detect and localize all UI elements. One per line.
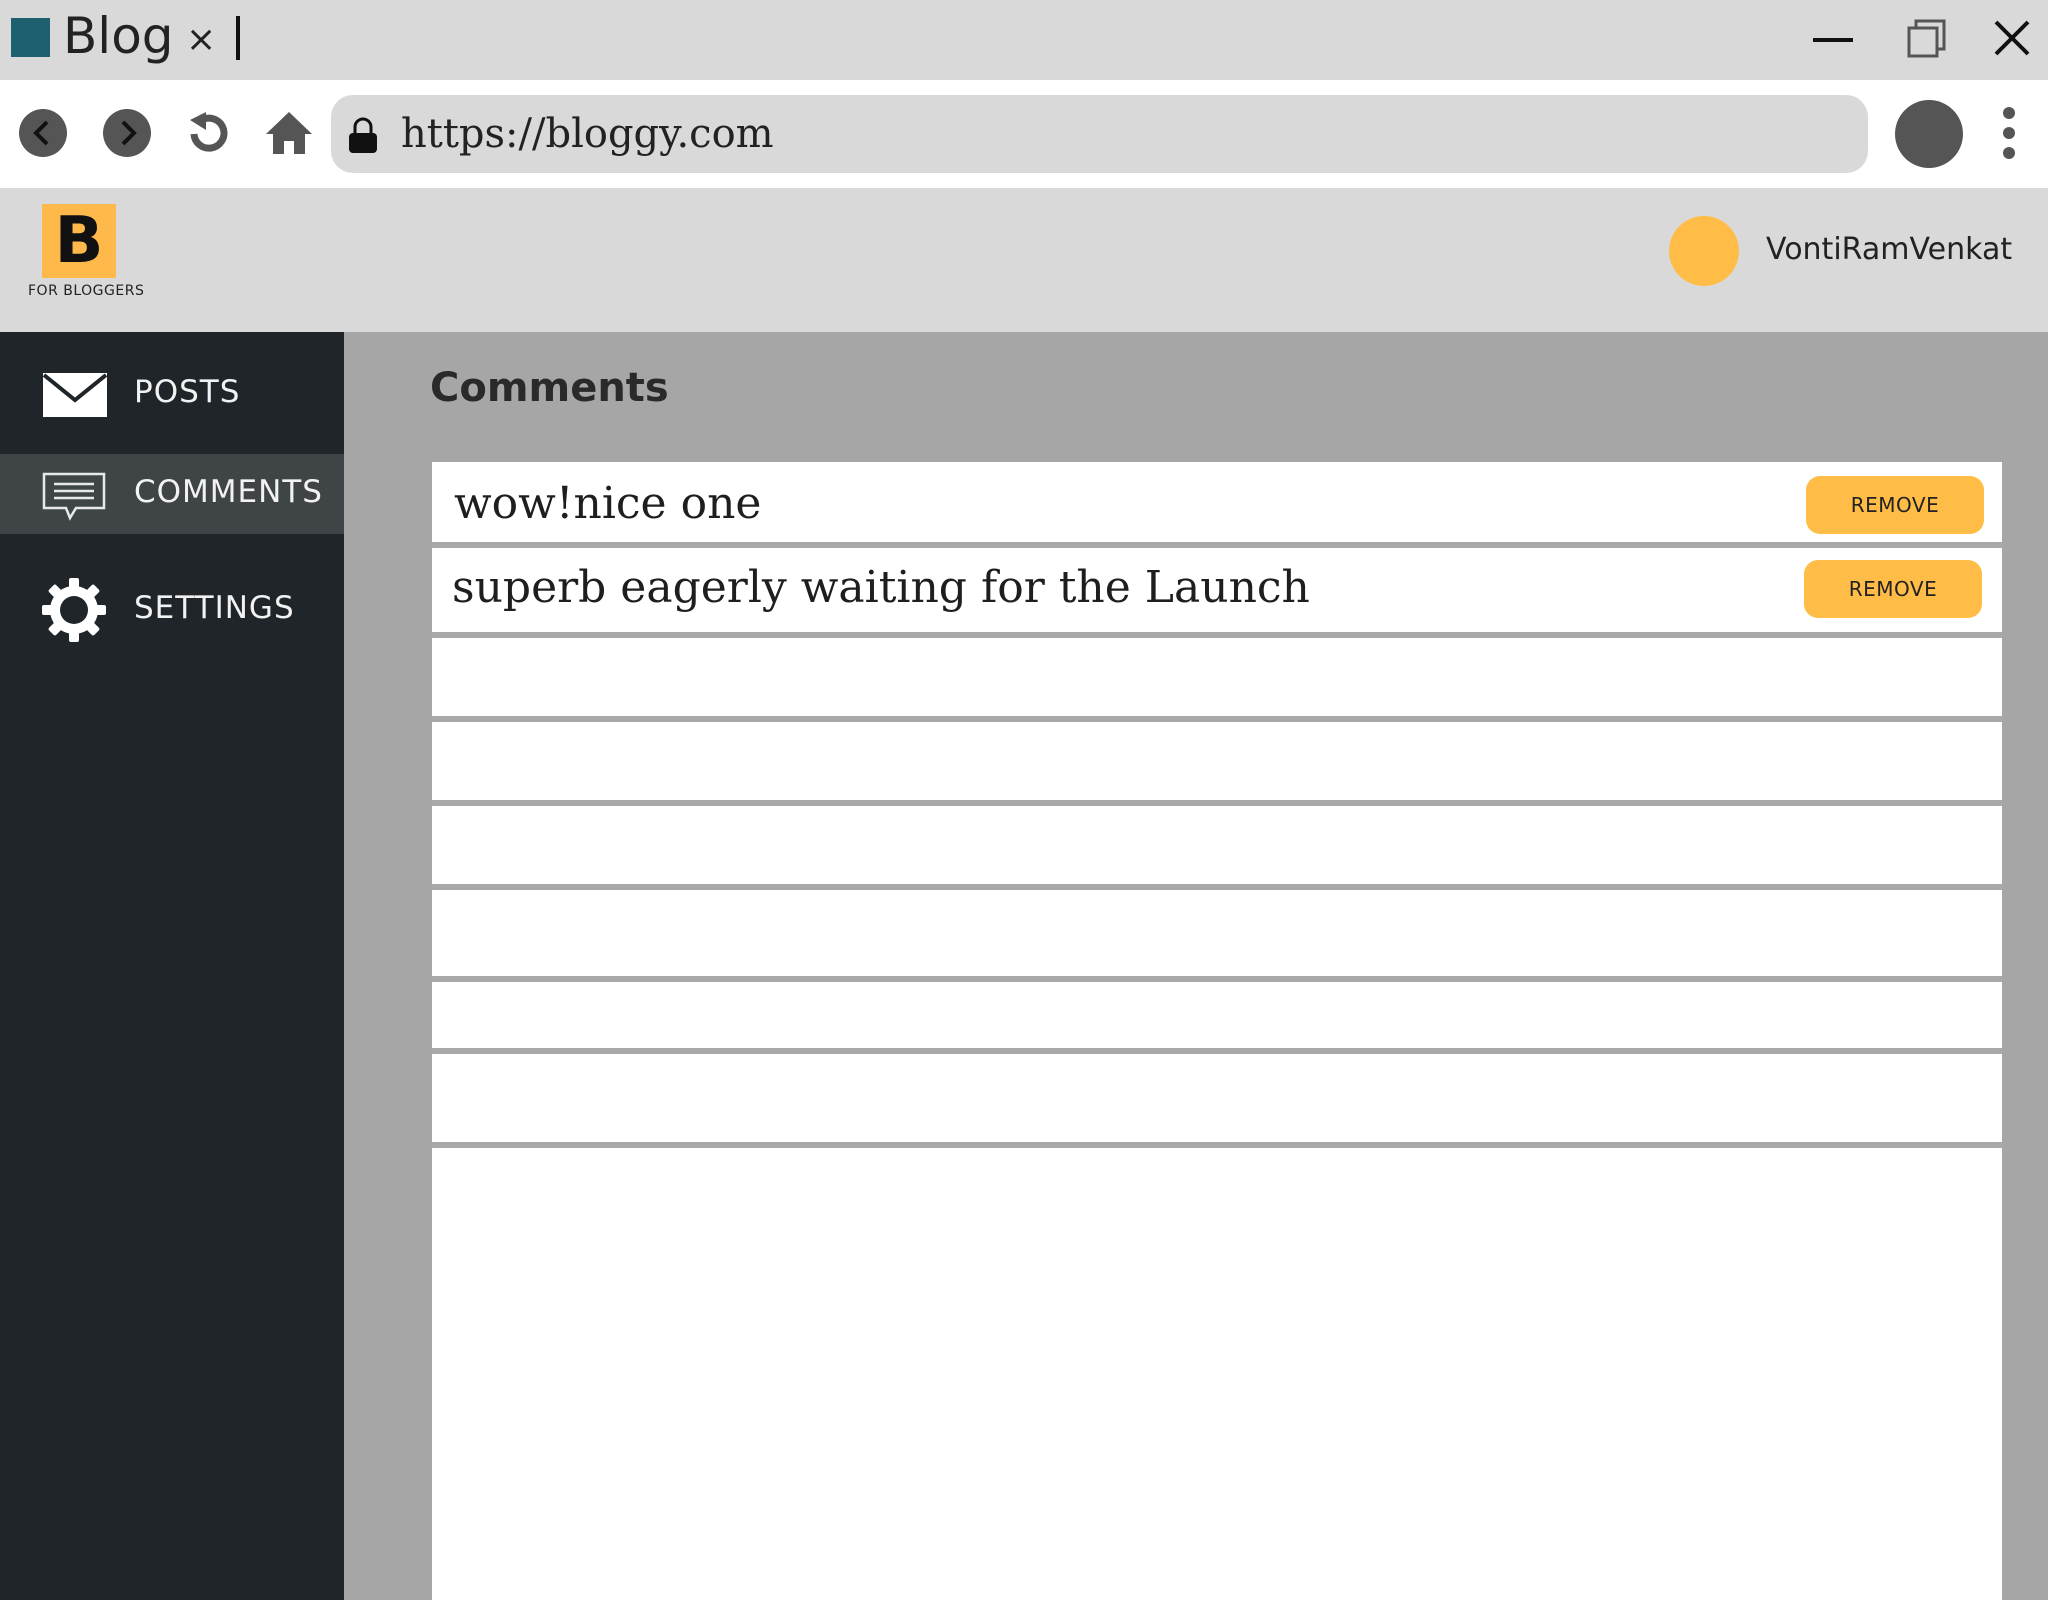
lock-icon: [349, 117, 377, 153]
window-restore-button[interactable]: [1906, 18, 1948, 60]
empty-row: [432, 982, 2002, 1054]
close-icon: [1994, 20, 2030, 56]
empty-row: [432, 722, 2002, 806]
logo-tagline: FOR BLOGGERS: [28, 283, 145, 299]
envelope-icon: [42, 373, 108, 417]
main-content: Comments wow!nice one REMOVE superb eage…: [344, 332, 2048, 1600]
browser-menu-button[interactable]: [1996, 104, 2022, 164]
sidebar-item-comments[interactable]: COMMENTS: [0, 454, 344, 534]
page-title: Comments: [430, 365, 669, 411]
comment-icon: [42, 472, 106, 521]
brand-logo[interactable]: B: [42, 204, 116, 278]
empty-row: [432, 1054, 2002, 1148]
menu-dot-icon: [2003, 147, 2015, 159]
tab-favicon-icon: [11, 18, 50, 57]
tab-divider: [236, 16, 240, 60]
tab-title[interactable]: Blog: [63, 6, 174, 66]
sidebar-item-label: SETTINGS: [134, 590, 295, 626]
reload-icon: [190, 112, 228, 152]
url-text[interactable]: https://bloggy.com: [401, 107, 774, 161]
window-minimize-button[interactable]: [1813, 38, 1853, 42]
tab-close-button[interactable]: ×: [186, 18, 216, 62]
remove-comment-button[interactable]: REMOVE: [1804, 560, 1982, 618]
browser-toolbar: https://bloggy.com: [0, 80, 2048, 188]
window-close-button[interactable]: [1992, 18, 2032, 58]
user-avatar[interactable]: [1669, 216, 1739, 286]
sidebar-item-settings[interactable]: SETTINGS: [0, 566, 344, 648]
menu-dot-icon: [2003, 127, 2015, 139]
forward-arrow-icon: [103, 109, 151, 157]
browser-profile-button[interactable]: [1895, 100, 1963, 168]
sidebar: POSTS COMMENTS SETTINGS: [0, 332, 344, 1600]
sidebar-item-label: COMMENTS: [134, 474, 323, 510]
reload-button[interactable]: [184, 108, 234, 158]
forward-button[interactable]: [102, 108, 152, 158]
menu-dot-icon: [2003, 107, 2015, 119]
back-arrow-icon: [19, 109, 67, 157]
empty-row: [432, 806, 2002, 890]
home-icon: [266, 112, 312, 154]
address-bar[interactable]: https://bloggy.com: [331, 95, 1868, 173]
logo-letter: B: [54, 204, 104, 278]
user-name[interactable]: VontiRamVenkat: [1766, 230, 2012, 270]
comment-row: wow!nice one REMOVE: [432, 462, 2002, 548]
remove-comment-button[interactable]: REMOVE: [1806, 476, 1984, 534]
home-button[interactable]: [264, 108, 314, 158]
comments-list: wow!nice one REMOVE superb eagerly waiti…: [432, 462, 2002, 1600]
sidebar-item-posts[interactable]: POSTS: [0, 362, 344, 432]
back-button[interactable]: [18, 108, 68, 158]
app-header: B FOR BLOGGERS VontiRamVenkat: [0, 188, 2048, 332]
empty-row: [432, 890, 2002, 982]
comment-row: superb eagerly waiting for the Launch RE…: [432, 548, 2002, 638]
sidebar-item-label: POSTS: [134, 374, 241, 410]
comment-text: superb eagerly waiting for the Launch: [452, 562, 1310, 613]
restore-icon: [1907, 19, 1946, 58]
browser-title-bar: Blog ×: [0, 0, 2048, 80]
comment-text: wow!nice one: [454, 478, 762, 529]
gear-icon: [42, 578, 106, 642]
empty-row: [432, 638, 2002, 722]
